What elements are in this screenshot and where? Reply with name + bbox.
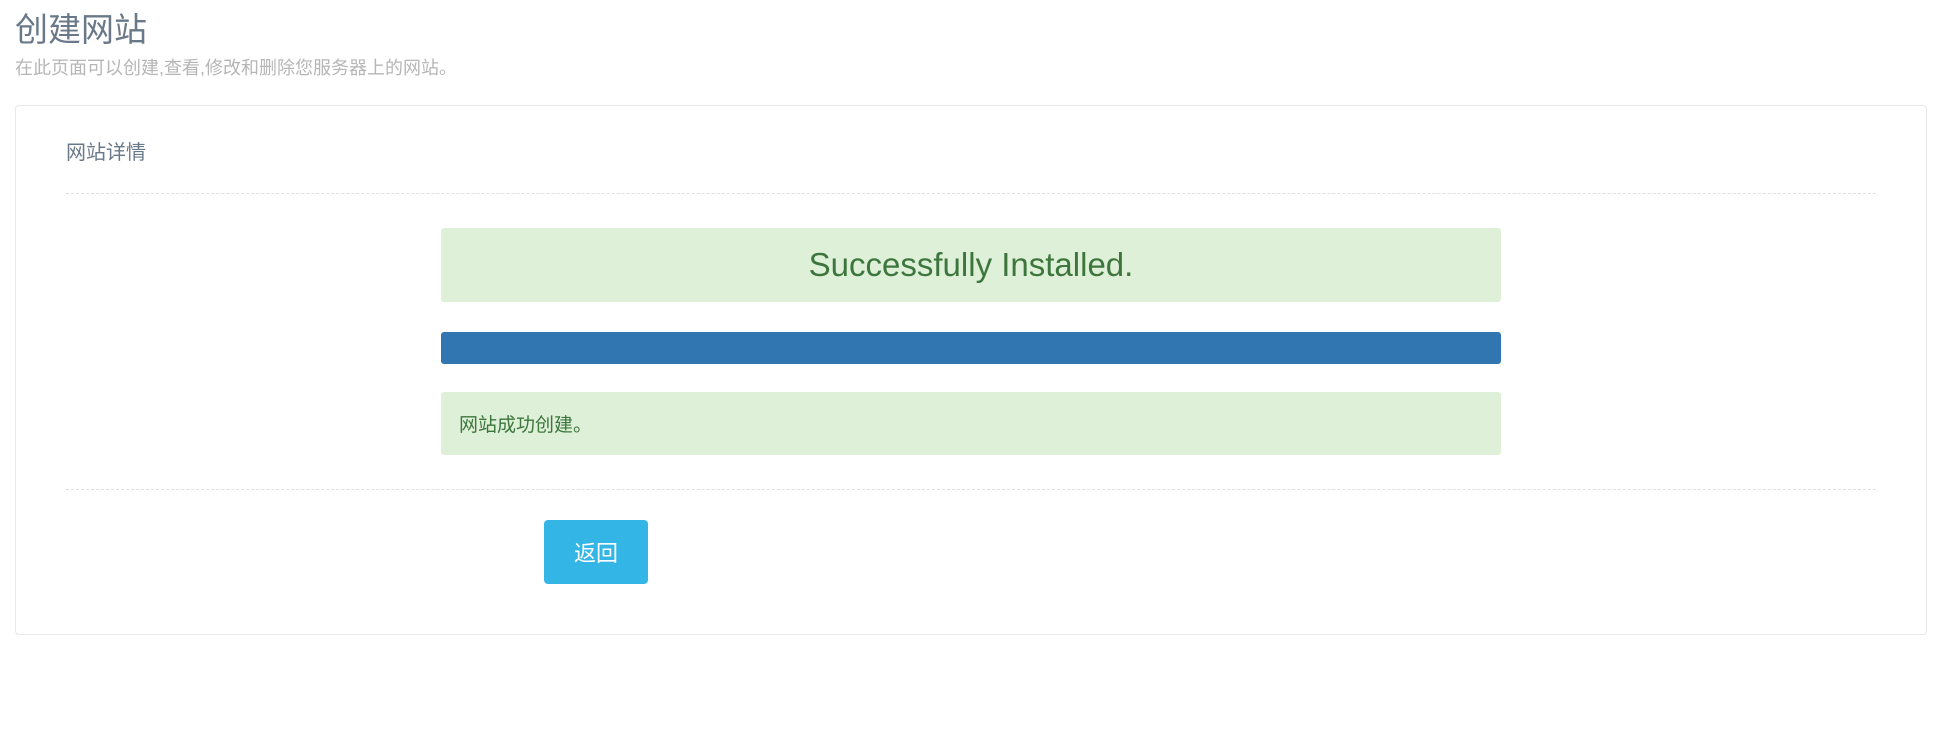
page-header: 创建网站 在此页面可以创建,查看,修改和删除您服务器上的网站。 — [15, 0, 1927, 105]
button-row: 返回 — [66, 490, 1876, 584]
progress-bar-track — [441, 332, 1501, 364]
content-area: Successfully Installed. 网站成功创建。 — [66, 194, 1876, 489]
page-subtitle: 在此页面可以创建,查看,修改和删除您服务器上的网站。 — [15, 54, 1927, 80]
progress-bar-fill — [441, 332, 1501, 364]
result-message-alert: 网站成功创建。 — [441, 392, 1501, 455]
install-status-alert: Successfully Installed. — [441, 228, 1501, 302]
page-title: 创建网站 — [15, 10, 1927, 50]
section-title: 网站详情 — [66, 136, 1876, 193]
details-panel: 网站详情 Successfully Installed. 网站成功创建。 返回 — [15, 105, 1927, 635]
back-button[interactable]: 返回 — [544, 520, 648, 584]
content-inner: Successfully Installed. 网站成功创建。 — [441, 228, 1501, 455]
